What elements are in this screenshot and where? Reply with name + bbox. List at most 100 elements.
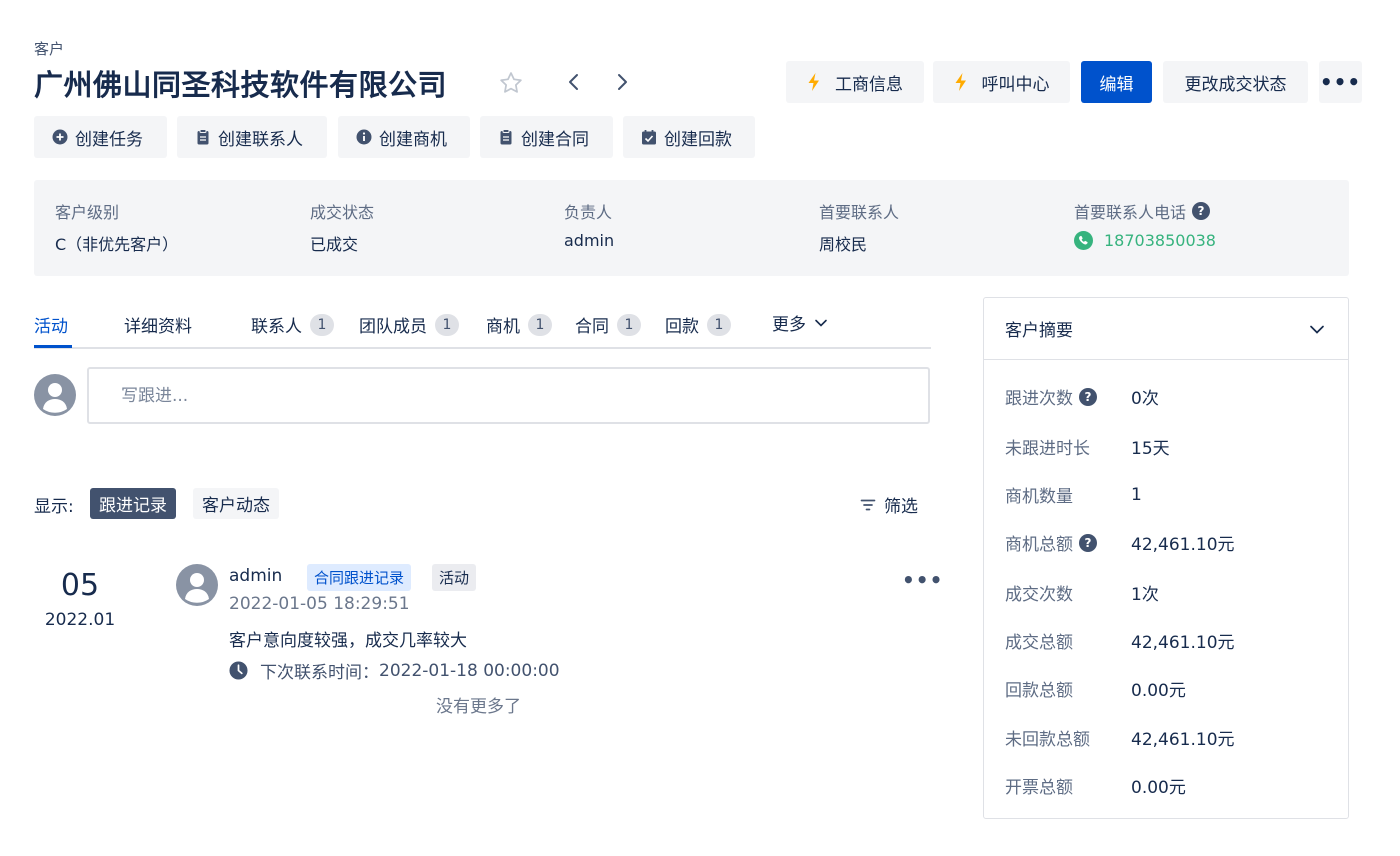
question-circle-icon[interactable]: ? <box>1192 202 1211 220</box>
next-contact-label: 下次联系时间： <box>260 663 379 683</box>
entry-content: 客户意向度较强，成交几率较大 <box>229 631 467 651</box>
summary-value: 42,461.10元 <box>1131 730 1235 750</box>
business-info-button[interactable]: 工商信息 <box>786 61 924 103</box>
summary-row: 商机数量 1 <box>1005 482 1142 508</box>
summary-label: 未跟进时长 <box>1005 439 1090 459</box>
summary-label: 商机总额 <box>1005 535 1073 555</box>
calendar-check-icon <box>642 130 656 145</box>
summary-row: 回款总额 0.00元 <box>1005 676 1186 701</box>
entry-timestamp: 2022-01-05 18:29:51 <box>229 594 410 614</box>
summary-row: 跟进次数? 0次 <box>1005 384 1159 409</box>
info-contact-value[interactable]: 周校民 <box>819 231 899 255</box>
create-contact-button[interactable]: 创建联系人 <box>177 116 327 158</box>
create-contract-button[interactable]: 创建合同 <box>480 116 613 158</box>
tab-details[interactable]: 详细资料 <box>124 312 192 337</box>
info-owner-value[interactable]: admin <box>564 231 614 250</box>
clock-icon <box>229 661 248 680</box>
tab-opportunities-count: 1 <box>528 313 552 336</box>
summary-row: 未跟进时长 15天 <box>1005 434 1170 459</box>
clipboard-icon <box>500 129 512 145</box>
tab-contracts[interactable]: 合同 1 <box>575 312 641 337</box>
summary-label: 跟进次数 <box>1005 389 1073 409</box>
customer-summary-card: 客户摘要 跟进次数? 0次 未跟进时长 15天 商机数量 1 商机总额? 42,… <box>983 297 1349 819</box>
summary-row: 未回款总额 42,461.10元 <box>1005 725 1235 750</box>
display-label: 显示: <box>34 497 74 517</box>
tab-bar: 活动 详细资料 联系人 1 团队成员 1 商机 1 合同 1 回款 1 更多 <box>34 300 931 349</box>
summary-label: 成交总额 <box>1005 633 1073 653</box>
info-phone-label-row: 首要联系人电话 ? <box>1074 200 1216 222</box>
tab-team-label: 团队成员 <box>359 317 427 337</box>
tab-contacts[interactable]: 联系人 1 <box>251 312 334 337</box>
create-task-label: 创建任务 <box>75 129 143 150</box>
create-task-button[interactable]: 创建任务 <box>34 116 167 158</box>
tab-opportunities-label: 商机 <box>486 317 520 337</box>
chevron-down-icon <box>1310 325 1324 334</box>
summary-label: 成交次数 <box>1005 585 1073 605</box>
info-contact-label: 首要联系人 <box>819 203 900 222</box>
tab-team-count: 1 <box>435 313 459 336</box>
info-phone: 首要联系人电话 ? 18703850038 <box>1074 200 1216 250</box>
next-contact-value: 2022-01-18 00:00:00 <box>379 660 560 681</box>
call-center-button[interactable]: 呼叫中心 <box>933 61 1070 103</box>
chevron-right-icon[interactable] <box>610 70 634 94</box>
call-center-label: 呼叫中心 <box>981 74 1050 95</box>
summary-value: 0次 <box>1131 389 1159 409</box>
question-circle-icon[interactable]: ? <box>1079 387 1097 406</box>
create-contact-label: 创建联系人 <box>218 129 303 150</box>
more-actions-button[interactable]: ••• <box>1319 61 1362 103</box>
lightning-bolt-icon <box>808 73 819 91</box>
entry-tag-activity: 活动 <box>432 564 477 591</box>
info-contact: 首要联系人 周校民 <box>819 200 899 255</box>
filter-icon <box>860 499 876 510</box>
chevron-left-icon[interactable] <box>562 70 586 94</box>
summary-row: 成交总额 42,461.10元 <box>1005 628 1235 653</box>
star-outline-icon[interactable] <box>498 70 524 96</box>
tab-payments-label: 回款 <box>665 317 699 337</box>
display-option-followups[interactable]: 跟进记录 <box>90 488 176 519</box>
info-level-label: 客户级别 <box>55 203 120 222</box>
info-status: 成交状态 已成交 <box>310 200 374 255</box>
question-circle-icon[interactable]: ? <box>1079 533 1097 552</box>
tab-contracts-label: 合同 <box>575 317 609 337</box>
summary-value: 15天 <box>1131 439 1170 459</box>
phone-icon <box>1074 231 1093 250</box>
create-payment-button[interactable]: 创建回款 <box>623 116 755 158</box>
info-owner-label: 负责人 <box>564 203 613 222</box>
summary-row: 商机总额? 42,461.10元 <box>1005 530 1235 555</box>
info-level-value: C（非优先客户） <box>55 235 179 254</box>
entry-author[interactable]: admin <box>229 566 282 586</box>
summary-value: 0.00元 <box>1131 681 1186 701</box>
summary-header[interactable]: 客户摘要 <box>984 298 1348 360</box>
lightning-bolt-icon <box>955 73 966 91</box>
tab-opportunities[interactable]: 商机 1 <box>486 312 552 337</box>
breadcrumb[interactable]: 客户 <box>34 38 64 59</box>
business-info-label: 工商信息 <box>835 74 903 95</box>
change-status-button[interactable]: 更改成交状态 <box>1163 61 1308 103</box>
tab-contacts-label: 联系人 <box>251 317 302 337</box>
edit-button[interactable]: 编辑 <box>1081 61 1152 103</box>
summary-row: 开票总额 0.00元 <box>1005 773 1186 798</box>
info-phone-value-row[interactable]: 18703850038 <box>1074 231 1216 250</box>
active-tab-indicator <box>34 345 72 348</box>
tab-payments-count: 1 <box>707 313 731 336</box>
summary-value: 42,461.10元 <box>1131 633 1235 653</box>
follow-up-input[interactable] <box>87 367 930 424</box>
tab-payments[interactable]: 回款 1 <box>665 312 731 337</box>
tab-more-label: 更多 <box>772 315 806 335</box>
create-contract-label: 创建合同 <box>521 129 589 150</box>
plus-circle-icon <box>52 129 68 145</box>
chevron-down-icon <box>815 319 827 327</box>
info-phone-value: 18703850038 <box>1104 231 1216 250</box>
summary-label: 回款总额 <box>1005 681 1073 701</box>
tab-team[interactable]: 团队成员 1 <box>359 312 459 337</box>
tab-more[interactable]: 更多 <box>772 310 828 335</box>
page-title: 广州佛山同圣科技软件有限公司 <box>34 68 448 102</box>
filter-button[interactable]: 筛选 <box>860 492 918 517</box>
summary-value: 1 <box>1131 484 1142 505</box>
entry-more-button[interactable]: ••• <box>902 568 943 592</box>
filter-label: 筛选 <box>884 497 918 517</box>
tab-activity[interactable]: 活动 <box>34 312 68 337</box>
display-option-customer-activity[interactable]: 客户动态 <box>193 488 279 519</box>
entry-tag-contract-followup: 合同跟进记录 <box>307 564 412 591</box>
create-opportunity-button[interactable]: 创建商机 <box>338 116 470 158</box>
